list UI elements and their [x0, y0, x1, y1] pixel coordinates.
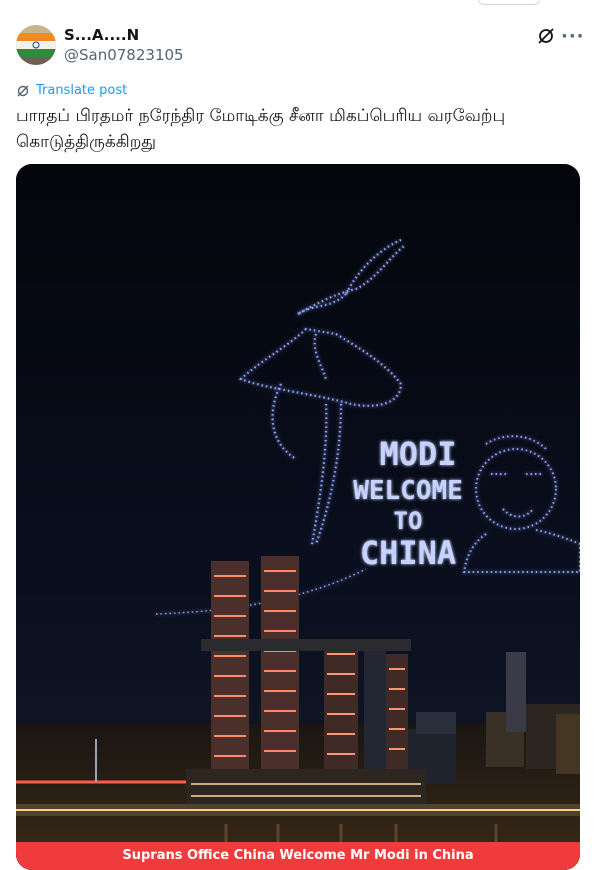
more-icon[interactable]: ···	[561, 26, 585, 47]
author-handle[interactable]: @San07823105	[64, 46, 184, 64]
top-pill-fragment	[478, 0, 540, 5]
media-caption: Suprans Office China Welcome Mr Modi in …	[16, 842, 580, 870]
drone-text-line: WELCOME	[353, 476, 463, 506]
translate-label: Translate post	[36, 83, 128, 98]
drone-show-image: MODI WELCOME TO CHINA	[16, 164, 580, 870]
post-text: பாரதப் பிரதமர் நரேந்திர மோடிக்கு சீனா மி…	[16, 106, 506, 152]
drone-text-line: TO	[394, 507, 423, 535]
translate-link[interactable]: Translate post	[16, 83, 127, 98]
drone-text-line: CHINA	[360, 534, 456, 572]
translate-icon	[17, 85, 29, 96]
grok-icon[interactable]	[536, 26, 556, 46]
avatar-image	[16, 25, 56, 65]
post-media[interactable]: MODI WELCOME TO CHINA Suprans Office Chi…	[16, 164, 580, 870]
drone-text-line: MODI	[379, 435, 456, 473]
author-name[interactable]: S...A....N	[64, 26, 139, 44]
avatar[interactable]	[16, 25, 56, 65]
